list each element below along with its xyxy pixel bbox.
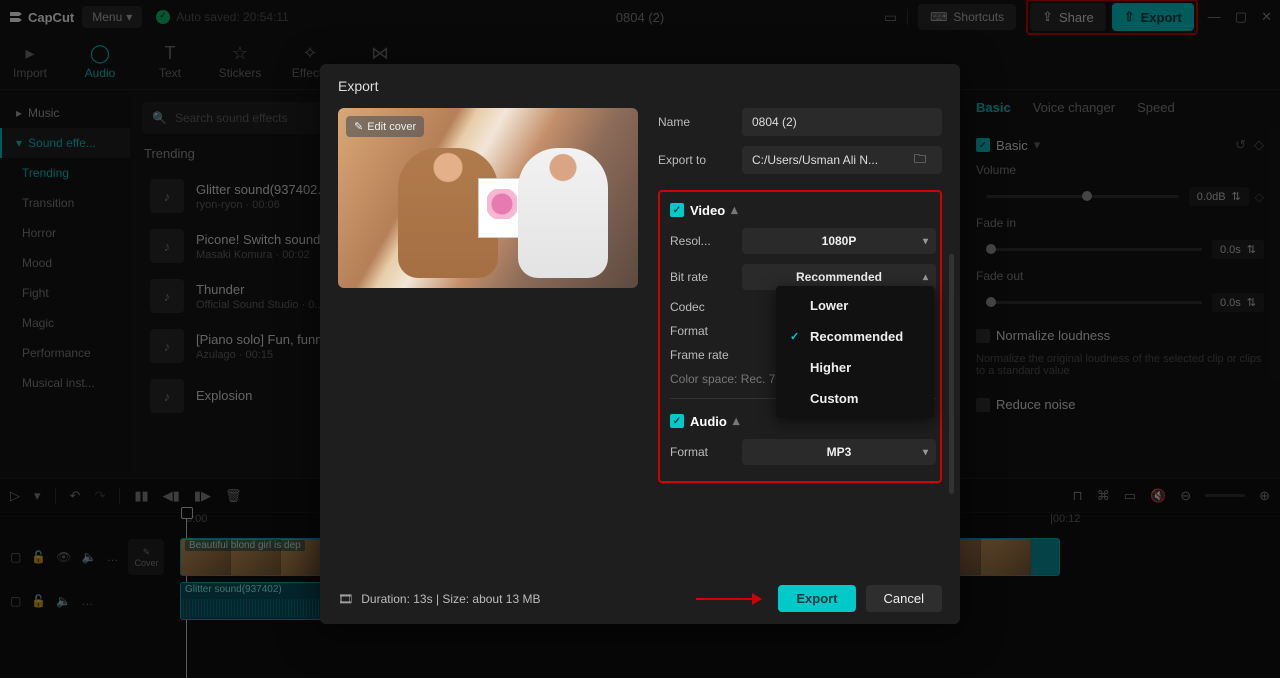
framerate-label: Frame rate bbox=[670, 348, 742, 362]
checkbox-audio[interactable]: ✓ bbox=[670, 414, 684, 428]
dialog-title: Export bbox=[338, 78, 942, 94]
chevron-down-icon: ▾ bbox=[923, 236, 928, 247]
option-custom[interactable]: Custom bbox=[776, 383, 934, 414]
audio-format-label: Format bbox=[670, 445, 742, 459]
scrollbar[interactable] bbox=[949, 254, 954, 494]
option-higher[interactable]: Higher bbox=[776, 352, 934, 383]
export-info: 🎞 Duration: 13s | Size: about 13 MB bbox=[338, 592, 540, 606]
exportto-label: Export to bbox=[658, 153, 730, 167]
folder-icon[interactable]: 🗀 bbox=[908, 148, 932, 172]
name-input[interactable]: 0804 (2) bbox=[742, 108, 942, 136]
film-icon: 🎞 bbox=[338, 592, 353, 606]
check-icon: ✓ bbox=[790, 330, 802, 343]
option-lower[interactable]: Lower bbox=[776, 290, 934, 321]
edit-cover-button[interactable]: ✎Edit cover bbox=[346, 116, 424, 137]
chevron-up-icon[interactable]: ▴ bbox=[731, 202, 738, 218]
checkbox-video[interactable]: ✓ bbox=[670, 203, 684, 217]
video-section: Video bbox=[690, 203, 725, 218]
pencil-icon: ✎ bbox=[354, 120, 363, 133]
bitrate-dropdown: Lower ✓Recommended Higher Custom bbox=[776, 286, 934, 418]
codec-label: Codec bbox=[670, 300, 742, 314]
cancel-button[interactable]: Cancel bbox=[866, 585, 942, 612]
option-recommended[interactable]: ✓Recommended bbox=[776, 321, 934, 352]
resolution-label: Resol... bbox=[670, 234, 742, 248]
bitrate-label: Bit rate bbox=[670, 270, 742, 284]
audio-section: Audio bbox=[690, 414, 727, 429]
resolution-select[interactable]: 1080P▾ bbox=[742, 228, 936, 254]
name-label: Name bbox=[658, 115, 730, 129]
chevron-up-icon: ▴ bbox=[923, 272, 928, 283]
chevron-up-icon[interactable]: ▴ bbox=[733, 413, 740, 429]
format-label: Format bbox=[670, 324, 742, 338]
export-confirm-button[interactable]: Export bbox=[778, 585, 855, 612]
cover-preview: ✎Edit cover bbox=[338, 108, 638, 288]
chevron-down-icon: ▾ bbox=[923, 447, 928, 458]
path-input[interactable]: C:/Users/Usman Ali N...🗀 bbox=[742, 146, 942, 174]
export-dialog: Export ✎Edit cover Name 0804 (2) Export t… bbox=[320, 64, 960, 624]
audio-format-select[interactable]: MP3▾ bbox=[742, 439, 936, 465]
annotation-box: ✓Video▴ Resol...1080P▾ Bit rateRecommend… bbox=[658, 190, 942, 483]
annotation-arrow bbox=[696, 593, 762, 605]
